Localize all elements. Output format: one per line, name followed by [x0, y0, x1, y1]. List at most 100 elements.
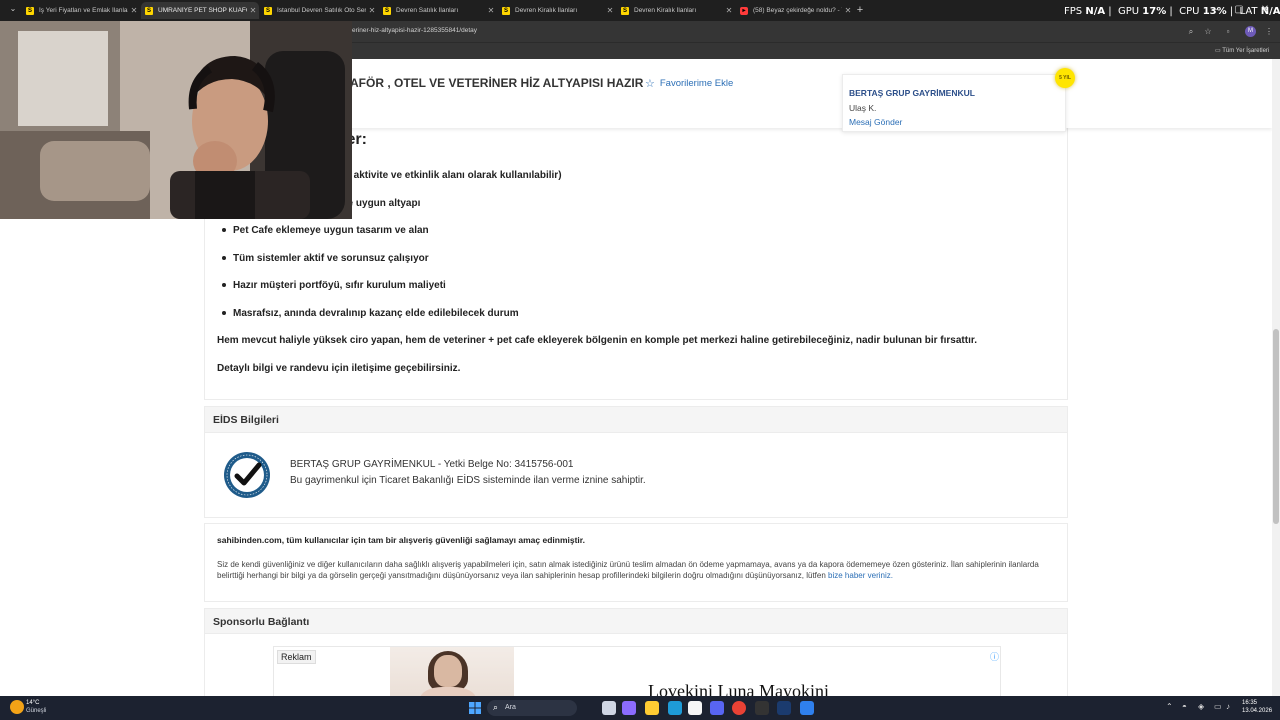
bullet-dot — [222, 311, 226, 315]
close-tab-icon[interactable]: ✕ — [247, 6, 259, 15]
description-item-text: Tüm sistemler aktif ve sorunsuz çalışıyo… — [233, 253, 429, 264]
browser-tab[interactable]: S İstanbul Devren Satılık Oto Serv ✕ — [260, 2, 378, 19]
safety-notice: sahibinden.com, tüm kullanıcılar için ta… — [204, 523, 1068, 602]
description-list-item: ye uygun altyapı — [342, 198, 420, 209]
seller-person-name: Ulaş K. — [849, 103, 877, 113]
file-explorer-icon[interactable] — [645, 701, 659, 715]
seller-years-badge: 5 YIL — [1055, 68, 1075, 88]
minimize-icon[interactable]: – — [1206, 3, 1224, 17]
sponsored-header: Sponsorlu Bağlantı — [205, 609, 1067, 634]
close-tab-icon[interactable]: ✕ — [842, 6, 854, 15]
close-tab-icon[interactable]: ✕ — [485, 6, 497, 15]
weather-sun-icon[interactable] — [10, 700, 24, 714]
browser-tab[interactable]: S Devren Kiralık İlanları ✕ — [498, 2, 616, 19]
description-list-item: n, aktivite ve etkinlik alanı olarak kul… — [342, 170, 562, 181]
tray-volume-icon[interactable]: ♪ — [1226, 702, 1230, 711]
taskbar-time[interactable]: 16:35 — [1242, 700, 1257, 706]
tray-network-icon[interactable]: ◓ — [1182, 702, 1187, 711]
browser-tab[interactable]: S Devren Satılık İlanları ✕ — [379, 2, 497, 19]
listing-title: AFÖR , OTEL VE VETERİNER HİZ ALTYAPISI H… — [350, 76, 644, 90]
menu-icon[interactable]: ⋮ — [1262, 25, 1276, 38]
close-tab-icon[interactable]: ✕ — [604, 6, 616, 15]
report-link[interactable]: bize haber veriniz. — [828, 571, 893, 580]
extensions-icon[interactable]: ▫ — [1221, 25, 1235, 38]
sahibinden-favicon-icon: S — [145, 6, 153, 15]
bullet-dot — [222, 283, 226, 287]
search-placeholder: Ara — [505, 704, 516, 711]
ad-banner[interactable]: Reklam Loveķini Luna Mayokini ⓘ — [273, 646, 1001, 696]
tray-wifi-icon[interactable]: ▭ — [1214, 702, 1222, 711]
maximize-icon[interactable]: ▢ — [1230, 3, 1248, 17]
tray-chevron-icon[interactable]: ⌃ — [1166, 702, 1173, 711]
chrome-icon[interactable] — [732, 701, 746, 715]
star-outline-icon: ☆ — [645, 78, 655, 90]
close-window-icon[interactable]: ✕ — [1256, 3, 1274, 17]
page-scrollbar[interactable] — [1272, 59, 1280, 696]
tray-app-icon[interactable]: ◈ — [1198, 702, 1204, 711]
description-item-text: ye uygun altyapı — [342, 198, 421, 209]
safety-title: sahibinden.com, tüm kullanıcılar için ta… — [217, 535, 585, 545]
eids-title: EİDS Bilgileri — [213, 414, 279, 426]
send-message-link[interactable]: Mesaj Gönder — [849, 117, 902, 127]
weather-temperature: 14°C — [26, 700, 40, 706]
webcam-feed-image — [0, 21, 352, 219]
browser-tab[interactable]: S Devren Kiralık İlanları ✕ — [617, 2, 735, 19]
seller-company-name[interactable]: BERTAŞ GRUP GAYRİMENKUL — [849, 88, 975, 98]
windows-start-icon[interactable] — [468, 701, 482, 715]
eids-permission-line: Bu gayrimenkul için Ticaret Bakanlığı Eİ… — [290, 475, 646, 486]
profile-avatar[interactable]: M — [1245, 26, 1256, 37]
sahibinden-favicon-icon: S — [383, 6, 391, 15]
tab-title: Devren Kiralık İlanları — [634, 7, 697, 14]
app-icon-purple[interactable] — [622, 701, 636, 715]
tab-title: (58) Beyaz çekirdeğe noldu? - Y — [753, 7, 842, 14]
taskbar-date[interactable]: 13.04.2026 — [1242, 708, 1272, 714]
description-contact-paragraph: Detaylı bilgi ve randevu için iletişime … — [217, 363, 461, 374]
ad-headline[interactable]: Loveķini Luna Mayokini — [648, 681, 829, 696]
tab-title: İstanbul Devren Satılık Oto Serv — [277, 7, 366, 14]
sahibinden-favicon-icon: S — [502, 6, 510, 15]
verified-seal-icon — [224, 452, 270, 498]
ad-model-photo[interactable] — [390, 647, 514, 696]
taskbar-search[interactable]: ⌕ Ara — [487, 700, 577, 716]
description-item-text: Hazır müşteri portföyü, sıfır kurulum ma… — [233, 280, 446, 291]
description-item-text: n, aktivite ve etkinlik alanı olarak kul… — [342, 170, 562, 181]
ad-info-icon[interactable]: ⓘ — [990, 650, 999, 663]
browser-tab[interactable]: ▸ (58) Beyaz çekirdeğe noldu? - Y ✕ — [736, 2, 854, 19]
close-tab-icon[interactable]: ✕ — [128, 6, 140, 15]
edge-browser-icon[interactable] — [668, 701, 682, 715]
sponsored-section: Sponsorlu Bağlantı Reklam Loveķini Luna … — [204, 608, 1068, 696]
url-field[interactable]: eriner-hiz-altyapisi-hazir-1285355841/de… — [352, 27, 477, 34]
tab-search-menu-icon[interactable]: ⌄ — [6, 4, 20, 17]
seller-card: BERTAŞ GRUP GAYRİMENKUL Ulaş K. Mesaj Gö… — [842, 74, 1066, 132]
app-icon-blue[interactable] — [800, 701, 814, 715]
all-bookmarks-link[interactable]: ▭ Tüm Yer İşaretleri — [1215, 47, 1269, 54]
eids-section: EİDS Bilgileri BERTAŞ GRUP GAYRİMENKUL -… — [204, 406, 1068, 518]
discord-icon[interactable] — [710, 701, 724, 715]
tab-title: Devren Kiralık İlanları — [515, 7, 578, 14]
app-icon-dark[interactable] — [755, 701, 769, 715]
add-to-favorites-link[interactable]: ☆ Favorilerime Ekle — [645, 77, 733, 90]
webcam-overlay — [0, 21, 352, 219]
steam-icon[interactable] — [777, 701, 791, 715]
zoom-icon[interactable]: ⌕ — [1184, 25, 1198, 38]
bookmark-star-icon[interactable]: ☆ — [1201, 25, 1215, 38]
windows-taskbar: 14°C Güneşli ⌕ Ara ⌃ ◓ ◈ ▭ ♪ 16:35 13.04… — [0, 696, 1280, 720]
description-item-text: Masrafsız, anında devralınıp kazanç elde… — [233, 308, 519, 319]
sahibinden-favicon-icon: S — [26, 6, 34, 15]
description-paragraph: Hem mevcut haliyle yüksek ciro yapan, he… — [217, 335, 977, 346]
description-item-text: Pet Cafe eklemeye uygun tasarım ve alan — [233, 225, 429, 236]
calendar-icon[interactable] — [688, 701, 702, 715]
ad-label: Reklam — [277, 650, 316, 664]
task-view-icon[interactable] — [602, 701, 616, 715]
new-tab-button[interactable]: + — [854, 3, 866, 17]
description-list-item: Hazır müşteri portföyü, sıfır kurulum ma… — [222, 280, 446, 291]
sahibinden-favicon-icon: S — [621, 6, 629, 15]
tab-title: ÜMRANİYE PET SHOP KUAFÖR — [158, 7, 247, 14]
browser-tab[interactable]: S ÜMRANİYE PET SHOP KUAFÖR ✕ — [141, 2, 259, 19]
scrollbar-thumb[interactable] — [1273, 329, 1279, 524]
description-list-item: Masrafsız, anında devralınıp kazanç elde… — [222, 308, 519, 319]
close-tab-icon[interactable]: ✕ — [366, 6, 378, 15]
close-tab-icon[interactable]: ✕ — [723, 6, 735, 15]
sahibinden-favicon-icon: S — [264, 6, 272, 15]
browser-tab[interactable]: S İş Yeri Fiyatları ve Emlak İlanları ✕ — [22, 2, 140, 19]
